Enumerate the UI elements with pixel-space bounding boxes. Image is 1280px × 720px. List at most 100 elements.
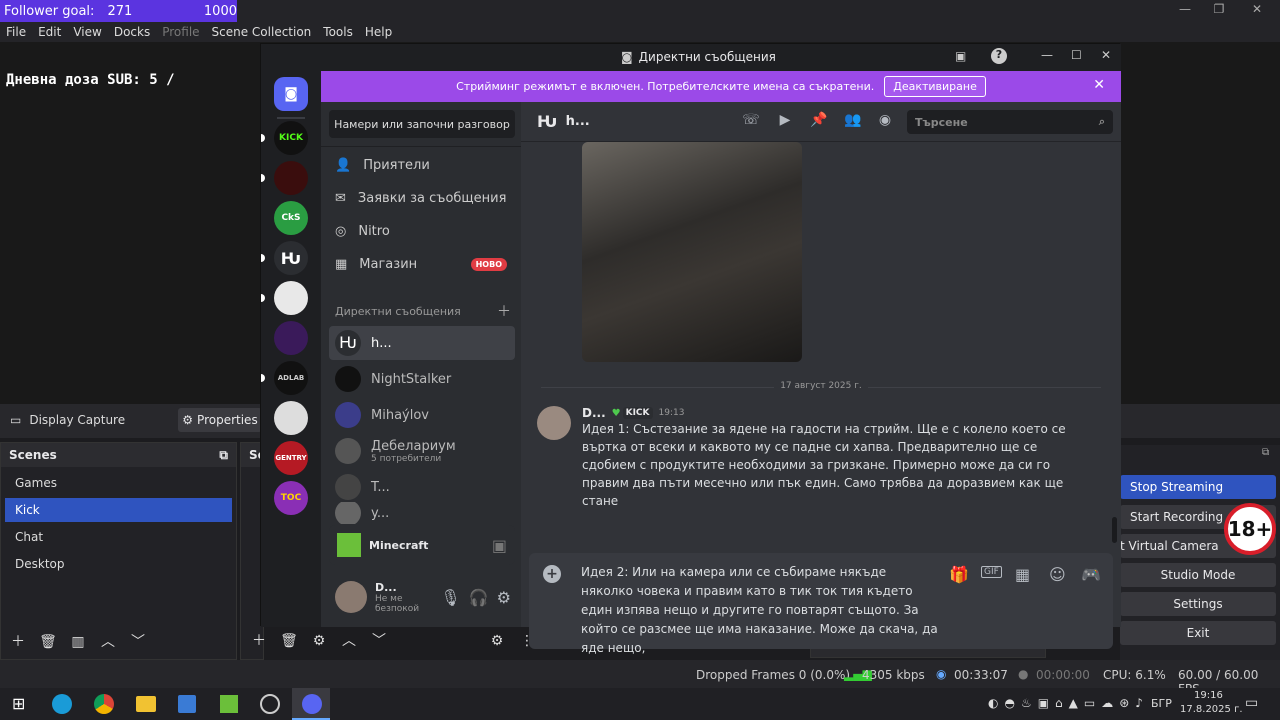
dm-item[interactable]: NightStalker	[329, 362, 515, 396]
gift-icon[interactable]: 🎁	[949, 565, 969, 584]
dm-item[interactable]: Ƕh...	[329, 326, 515, 360]
gif-icon[interactable]: GIF	[981, 566, 1002, 578]
dm-item[interactable]: y...	[329, 502, 515, 524]
scene-kick[interactable]: Kick	[5, 498, 232, 522]
server-kick-icon[interactable]: KICK	[274, 121, 308, 155]
clock-date[interactable]: 17.8.2025 г.	[1180, 704, 1243, 715]
source-settings-icon[interactable]: ⚙	[308, 630, 330, 652]
nav-nitro[interactable]: ◎ Nitro	[329, 216, 515, 246]
emoji-icon[interactable]: ☺	[1049, 565, 1066, 584]
search-input[interactable]: Търсене ⌕	[907, 110, 1113, 134]
menu-tools[interactable]: Tools	[323, 25, 353, 39]
mixer-settings-icon[interactable]: ⚙	[486, 630, 508, 652]
nav-friends[interactable]: 👤 Приятели	[329, 150, 515, 180]
maximize-icon[interactable]: ☐	[1071, 48, 1082, 62]
user-avatar[interactable]	[335, 581, 367, 613]
close-icon[interactable]: ✕	[1242, 2, 1272, 20]
dm-group-item[interactable]: Дебелариум 5 потребители	[329, 434, 515, 468]
attach-plus-icon[interactable]: +	[543, 565, 561, 583]
server-photo-icon[interactable]	[274, 401, 308, 435]
notification-icon[interactable]: ▭	[1245, 695, 1258, 711]
store-icon[interactable]	[178, 695, 196, 713]
source-down-icon[interactable]: ﹀	[368, 630, 390, 652]
inbox-icon[interactable]: ▣	[955, 49, 966, 63]
menu-view[interactable]: View	[73, 25, 101, 39]
undock-icon[interactable]: ⧉	[219, 448, 228, 463]
menu-docks[interactable]: Docks	[114, 25, 150, 39]
scene-games[interactable]: Games	[5, 471, 232, 495]
chrome-icon[interactable]	[94, 694, 114, 714]
stream-preview-icon[interactable]: ▣	[492, 536, 507, 555]
find-conversation-button[interactable]: Намери или започни разговор	[329, 110, 515, 138]
tray-icons[interactable]: ◐◓♨▣⌂▲▭☁⊛♪	[988, 696, 1149, 710]
minimize-icon[interactable]: —	[1170, 2, 1200, 20]
nav-shop[interactable]: ▦ Магазин НОВО	[329, 249, 515, 279]
studio-mode-button[interactable]: Studio Mode	[1120, 563, 1276, 587]
filter-icon[interactable]: ▥	[67, 631, 89, 653]
deactivate-button[interactable]: Деактивиране	[884, 76, 986, 97]
windows-start-icon[interactable]: ⊞	[12, 694, 25, 713]
video-call-icon[interactable]: ▶	[775, 112, 795, 132]
sticker-icon[interactable]: ▦	[1015, 565, 1030, 584]
add-source-icon[interactable]: ＋	[248, 630, 270, 652]
explorer-icon[interactable]	[136, 696, 156, 712]
microphone-icon[interactable]: 🎙	[440, 588, 460, 607]
scene-desktop[interactable]: Desktop	[5, 552, 232, 576]
nav-message-requests[interactable]: ✉ Заявки за съобщения	[329, 183, 515, 213]
remove-scene-icon[interactable]: 🗑	[37, 631, 59, 653]
server-red-icon[interactable]	[274, 161, 308, 195]
chat-scrollbar[interactable]	[1112, 517, 1117, 543]
activity-card[interactable]: Minecraft ▣	[329, 525, 515, 565]
message-input[interactable]: + Идея 2: Или на камера или се събираме …	[529, 553, 1113, 655]
stop-streaming-button[interactable]: Stop Streaming	[1120, 475, 1276, 499]
add-dm-icon[interactable]: ＋	[497, 301, 511, 321]
help-icon[interactable]: ?	[991, 48, 1007, 64]
properties-button[interactable]: ⚙ Properties	[178, 408, 262, 432]
server-green-icon[interactable]	[274, 281, 308, 315]
minimize-icon[interactable]: —	[1041, 48, 1053, 62]
headphones-icon[interactable]: 🎧	[469, 588, 489, 607]
undock-icon[interactable]: ⧉	[1262, 447, 1274, 459]
attached-image[interactable]	[582, 142, 802, 362]
remove-source-icon[interactable]: 🗑	[278, 630, 300, 652]
move-up-icon[interactable]: ︿	[97, 631, 119, 653]
menu-scene-collection[interactable]: Scene Collection	[212, 25, 312, 39]
dm-item[interactable]: Mihaýlov	[329, 398, 515, 432]
exit-button[interactable]: Exit	[1120, 621, 1276, 645]
apps-icon[interactable]: 🎮	[1081, 565, 1101, 584]
server-toc-icon[interactable]: TOC	[274, 481, 308, 515]
obs-icon[interactable]	[260, 694, 280, 714]
add-friends-icon[interactable]: 👥	[843, 112, 863, 132]
discord-home-icon[interactable]: ◙	[274, 77, 308, 111]
server-adlab-icon[interactable]: ADLAB	[274, 361, 308, 395]
message-author[interactable]: D...	[582, 406, 606, 420]
message-time: 19:13	[658, 408, 685, 418]
edge-icon[interactable]	[52, 694, 72, 714]
scene-chat[interactable]: Chat	[5, 525, 232, 549]
author-avatar[interactable]	[537, 406, 571, 440]
close-banner-icon[interactable]: ✕	[1093, 77, 1105, 93]
maximize-icon[interactable]: ❐	[1204, 2, 1234, 20]
menu-edit[interactable]: Edit	[38, 25, 61, 39]
settings-button[interactable]: Settings	[1120, 592, 1276, 616]
voice-call-icon[interactable]: ☏	[741, 112, 761, 132]
move-down-icon[interactable]: ﹀	[127, 631, 149, 653]
server-wolf-icon[interactable]	[274, 321, 308, 355]
profile-icon[interactable]: ◉	[875, 112, 895, 132]
server-gentry-icon[interactable]: GENTRY	[274, 441, 308, 475]
menu-profile[interactable]: Profile	[162, 25, 199, 39]
server-cks-icon[interactable]: CkS	[274, 201, 308, 235]
user-settings-icon[interactable]: ⚙	[497, 588, 511, 607]
language-indicator[interactable]: БГР	[1151, 697, 1172, 710]
server-h-icon[interactable]: Ƕ	[274, 241, 308, 275]
clock-time[interactable]: 19:16	[1194, 690, 1223, 701]
add-scene-icon[interactable]: ＋	[7, 631, 29, 653]
dm-item[interactable]: T...	[329, 470, 515, 504]
close-icon[interactable]: ✕	[1101, 48, 1111, 62]
message-draft[interactable]: Идея 2: Или на камера или се събираме ня…	[581, 563, 941, 658]
pin-icon[interactable]: 📌	[809, 112, 829, 132]
menu-help[interactable]: Help	[365, 25, 392, 39]
source-up-icon[interactable]: ︿	[338, 630, 360, 652]
menu-file[interactable]: File	[6, 25, 26, 39]
minecraft-icon[interactable]	[220, 695, 238, 713]
